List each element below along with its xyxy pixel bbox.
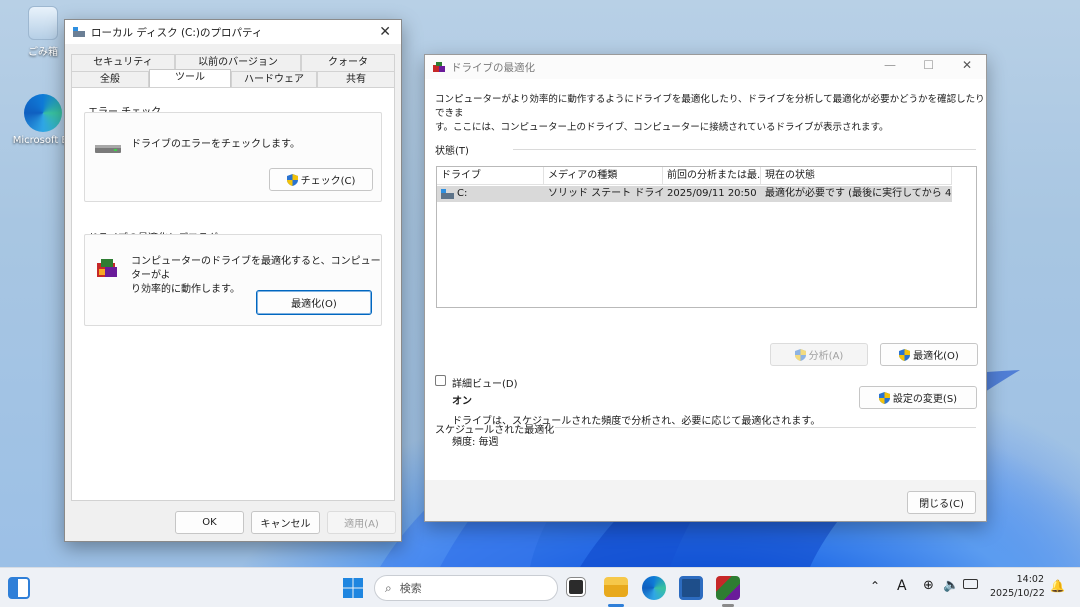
- status-section-label: 状態(T): [435, 146, 469, 157]
- optimize-group: コンピューターのドライブを最適化すると、コンピューターがよ り効率的に動作します…: [84, 234, 382, 326]
- edge-icon: [24, 94, 62, 132]
- uac-shield-icon: [878, 391, 890, 404]
- file-explorer-icon[interactable]: [604, 577, 628, 597]
- ok-button[interactable]: OK: [175, 511, 244, 534]
- widgets-icon[interactable]: [8, 577, 30, 599]
- schedule-description: ドライブは、スケジュールされた頻度で分析され、必要に応じて最適化されます。: [452, 416, 821, 427]
- cancel-button[interactable]: キャンセル: [251, 511, 320, 534]
- cell-media-type: ソリッド ステート ドライブ: [548, 188, 663, 199]
- recycle-bin-icon: [28, 6, 58, 40]
- change-settings-button[interactable]: 設定の変更(S): [859, 386, 977, 409]
- optimize-drives-footer: 閉じる(C): [425, 480, 986, 521]
- close-button-label: 閉じる(C): [919, 499, 964, 510]
- tab-general[interactable]: 全般: [71, 71, 149, 88]
- battery-icon[interactable]: [963, 579, 978, 589]
- optimize-drives-titlebar[interactable]: ドライブの最適化 — ☐ ✕: [425, 55, 986, 79]
- optimize-description-line1: コンピューターのドライブを最適化すると、コンピューターがよ: [131, 256, 381, 281]
- uac-shield-icon: [794, 348, 806, 361]
- minimize-icon[interactable]: —: [884, 58, 896, 72]
- optimize-drive-button-label: 最適化(O): [913, 351, 959, 362]
- store-icon[interactable]: [679, 576, 703, 600]
- optimize-drives-window: ドライブの最適化 — ☐ ✕ コンピューターがより効率的に動作するようにドライブ…: [424, 54, 987, 522]
- apply-button-label: 適用(A): [344, 519, 379, 530]
- optimize-button[interactable]: 最適化(O): [256, 290, 372, 315]
- close-icon[interactable]: ✕: [962, 58, 972, 72]
- check-button[interactable]: チェック(C): [269, 168, 373, 191]
- window-title: ローカル ディスク (C:)のプロパティ: [91, 26, 263, 39]
- schedule-frequency: 頻度: 毎週: [452, 437, 499, 448]
- detail-view-checkbox[interactable]: [435, 375, 446, 386]
- error-check-group: ドライブのエラーをチェックします。 チェック(C): [84, 112, 382, 202]
- taskbar-search-input[interactable]: ⌕ 検索: [374, 575, 558, 601]
- close-button[interactable]: 閉じる(C): [907, 491, 976, 514]
- ime-indicator[interactable]: A: [897, 578, 907, 594]
- tab-quota[interactable]: クォータ: [301, 54, 395, 71]
- start-button[interactable]: [341, 576, 365, 600]
- tab-hardware[interactable]: ハードウェア: [231, 71, 317, 88]
- tab-sharing[interactable]: 共有: [317, 71, 395, 88]
- tools-tab-panel: エラー チェック ドライブのエラーをチェックします。 チェック(C) ドライブの…: [71, 87, 395, 501]
- properties-window: ローカル ディスク (C:)のプロパティ ✕ セキュリティ 以前のバージョン ク…: [64, 19, 402, 542]
- hard-drive-icon: [95, 145, 121, 153]
- taskbar: ⌕ 検索 ⌃ A ⊕ 🔈 14:02 2025/10/22 🔔: [0, 567, 1080, 607]
- clock-date[interactable]: 2025/10/22: [990, 588, 1045, 599]
- cell-status: 最適化が必要です (最後に実行してから 40 ...: [765, 188, 952, 199]
- ok-button-label: OK: [202, 517, 217, 528]
- column-header-drive[interactable]: ドライブ: [437, 167, 544, 185]
- clock-time[interactable]: 14:02: [990, 574, 1044, 585]
- drives-list[interactable]: ドライブ メディアの種類 前回の分析または最... 現在の状態 C: ソリッド …: [436, 166, 977, 308]
- edge-taskbar-icon[interactable]: [642, 576, 666, 600]
- intro-line2: す。ここには、コンピューター上のドライブ、コンピューターに接続されているドライブ…: [435, 122, 889, 133]
- optimize-drive-button[interactable]: 最適化(O): [880, 343, 978, 366]
- tab-row-1: セキュリティ 以前のバージョン クォータ: [71, 54, 395, 71]
- notification-bell-icon[interactable]: 🔔: [1050, 579, 1065, 593]
- apply-button[interactable]: 適用(A): [327, 511, 396, 534]
- properties-titlebar[interactable]: ローカル ディスク (C:)のプロパティ ✕: [65, 20, 401, 44]
- window-title: ドライブの最適化: [451, 61, 535, 74]
- drive-icon: [73, 27, 85, 37]
- windows-logo-icon: [343, 578, 363, 598]
- column-header-last-run[interactable]: 前回の分析または最...: [663, 167, 761, 185]
- cell-last-run: 2025/09/11 20:50: [667, 188, 757, 199]
- uac-shield-icon: [286, 173, 298, 186]
- error-check-description: ドライブのエラーをチェックします。: [131, 139, 300, 150]
- chevron-up-icon[interactable]: ⌃: [870, 579, 880, 593]
- tab-row-2: 全般 ツール ハードウェア 共有: [71, 69, 395, 88]
- intro-line1: コンピューターがより効率的に動作するようにドライブを最適化したり、ドライブを分析…: [435, 94, 985, 119]
- uac-shield-icon: [899, 348, 911, 361]
- analyze-button-label: 分析(A): [808, 351, 844, 362]
- defrag-taskbar-icon[interactable]: [716, 576, 740, 600]
- cell-drive: C:: [437, 186, 544, 202]
- schedule-state: オン: [452, 396, 472, 407]
- tab-tools[interactable]: ツール: [149, 69, 231, 88]
- defrag-app-icon: [433, 62, 445, 72]
- change-settings-button-label: 設定の変更(S): [892, 394, 958, 405]
- column-header-media-type[interactable]: メディアの種類: [544, 167, 663, 185]
- analyze-button[interactable]: 分析(A): [770, 343, 868, 366]
- column-header-status[interactable]: 現在の状態: [761, 167, 952, 185]
- drive-name: C:: [457, 188, 468, 199]
- search-placeholder: 検索: [399, 582, 422, 595]
- close-icon[interactable]: ✕: [379, 24, 391, 40]
- detail-view-label: 詳細ビュー(D): [452, 379, 518, 390]
- maximize-icon[interactable]: ☐: [923, 58, 934, 72]
- divider: [513, 149, 976, 150]
- optimize-button-label: 最適化(O): [291, 299, 337, 310]
- intro-text: コンピューターがより効率的に動作するようにドライブを最適化したり、ドライブを分析…: [435, 93, 986, 135]
- volume-icon[interactable]: 🔈: [943, 578, 959, 593]
- check-button-label: チェック(C): [300, 176, 356, 187]
- table-row[interactable]: C: ソリッド ステート ドライブ 2025/09/11 20:50 最適化が必…: [437, 186, 952, 202]
- divider: [555, 427, 976, 428]
- network-icon[interactable]: ⊕: [923, 578, 934, 593]
- cancel-button-label: キャンセル: [260, 519, 311, 530]
- defrag-icon: [97, 259, 117, 277]
- task-view-icon[interactable]: [567, 578, 585, 596]
- drives-list-header: ドライブ メディアの種類 前回の分析または最... 現在の状態: [437, 167, 952, 185]
- search-icon: ⌕: [385, 580, 392, 595]
- drive-icon: [441, 189, 454, 199]
